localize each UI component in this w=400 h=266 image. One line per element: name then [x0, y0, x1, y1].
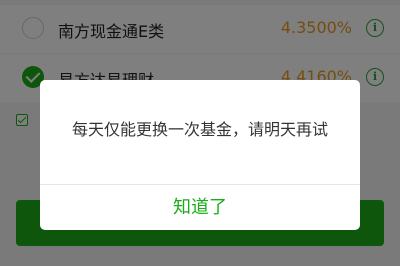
dialog-ok-button[interactable]: 知道了 — [40, 185, 360, 230]
alert-dialog: 每天仅能更换一次基金，请明天再试 知道了 — [40, 80, 360, 230]
dialog-message: 每天仅能更换一次基金，请明天再试 — [71, 120, 328, 139]
